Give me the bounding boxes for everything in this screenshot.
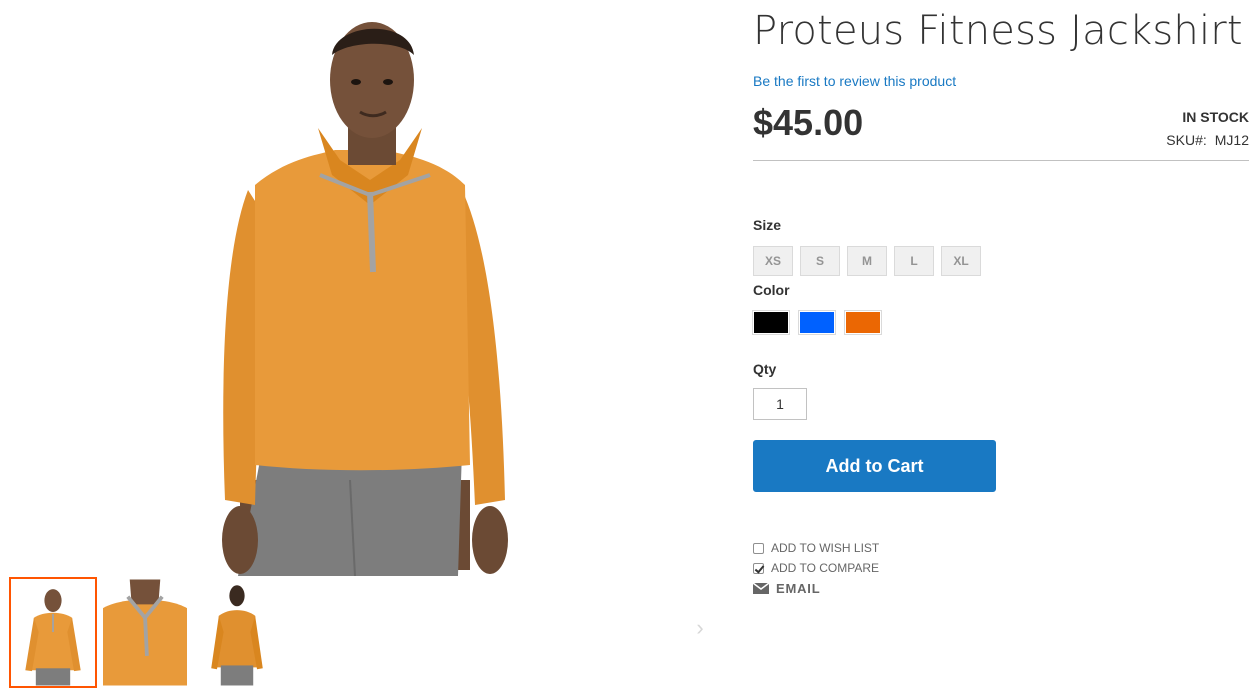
size-option-m[interactable]: M [847, 246, 887, 276]
product-social-links: Add to Wish List Add to Compare Email [753, 538, 879, 598]
add-to-wishlist-link[interactable]: Add to Wish List [753, 538, 879, 558]
product-main-image[interactable] [200, 10, 520, 576]
size-label: Size [753, 217, 782, 233]
sku-value: MJ12 [1214, 132, 1249, 148]
email-link[interactable]: Email [753, 578, 879, 598]
product-title: Proteus Fitness Jackshirt [753, 8, 1243, 54]
compare-checkbox-icon[interactable] [753, 562, 764, 574]
size-option-xs[interactable]: XS [753, 246, 793, 276]
wishlist-checkbox-icon[interactable] [753, 542, 764, 554]
add-to-cart-button[interactable]: Add to Cart [753, 440, 996, 492]
add-to-compare-link[interactable]: Add to Compare [753, 558, 879, 578]
qty-input[interactable] [753, 388, 807, 420]
thumbnail-strip [9, 577, 281, 689]
product-closeup-thumbnail [103, 579, 187, 686]
color-label: Color [753, 282, 790, 298]
product-gallery: ‹ [0, 0, 720, 700]
product-sku: SKU#: MJ12 [1166, 132, 1249, 148]
product-photo-illustration [222, 22, 508, 576]
size-swatches: XS S M L XL [753, 246, 981, 276]
chevron-right-icon[interactable]: › [692, 615, 708, 641]
color-option-blue[interactable] [798, 310, 836, 335]
size-option-s[interactable]: S [800, 246, 840, 276]
envelope-icon [753, 582, 769, 594]
divider [753, 160, 1249, 161]
qty-label: Qty [753, 361, 777, 377]
compare-label: Add to Compare [771, 561, 880, 575]
color-option-black[interactable] [752, 310, 790, 335]
thumbnail-front[interactable] [9, 577, 97, 688]
wishlist-label: Add to Wish List [771, 541, 880, 555]
stock-status: In stock [1182, 109, 1249, 125]
size-option-xl[interactable]: XL [941, 246, 981, 276]
email-label: Email [776, 580, 821, 596]
product-front-thumbnail [11, 579, 95, 686]
product-back-thumbnail [195, 579, 279, 686]
color-swatches [752, 310, 882, 335]
size-option-l[interactable]: L [894, 246, 934, 276]
product-price: $45.00 [753, 102, 864, 143]
sku-label: SKU#: [1166, 132, 1207, 148]
thumbnail-closeup[interactable] [101, 577, 189, 688]
review-link[interactable]: Be the first to review this product [753, 73, 956, 89]
thumbnail-back[interactable] [193, 577, 281, 688]
color-option-orange[interactable] [844, 310, 882, 335]
